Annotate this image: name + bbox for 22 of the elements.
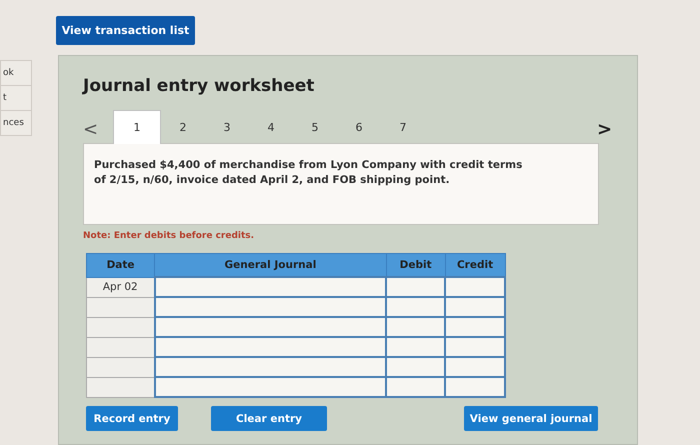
side-tab[interactable]: ok xyxy=(0,60,32,86)
side-tab[interactable]: nces xyxy=(0,111,32,136)
step-tab[interactable]: 1 xyxy=(113,110,161,144)
step-tab[interactable]: 3 xyxy=(205,110,249,144)
side-tab[interactable]: t xyxy=(0,86,32,111)
step-tab[interactable]: 6 xyxy=(337,110,381,144)
column-header: Date xyxy=(86,254,155,277)
column-header: Debit xyxy=(386,254,446,277)
step-tab[interactable]: 5 xyxy=(293,110,337,144)
transaction-description: Purchased $4,400 of merchandise from Lyon Company with credit terms of 2/15, n/60, invoice dated April 2, and FOB shipping point. xyxy=(83,143,599,225)
worksheet-title: Journal entry worksheet xyxy=(83,76,316,96)
step-tab[interactable]: 4 xyxy=(249,110,293,144)
action-button[interactable]: Clear entry xyxy=(211,406,327,431)
column-header: Credit xyxy=(445,254,505,277)
date-cell: Apr 02 xyxy=(86,277,155,297)
action-button[interactable]: Record entry xyxy=(86,406,178,431)
column-header: General Journal xyxy=(154,254,386,277)
action-button[interactable]: View general journal xyxy=(464,406,598,431)
step-tab[interactable]: 7 xyxy=(381,110,425,144)
view-transaction-list-button[interactable]: View transaction list xyxy=(56,16,195,45)
step-tab[interactable]: 2 xyxy=(161,110,205,144)
note-text: Note: Enter debits before credits. xyxy=(83,231,256,241)
